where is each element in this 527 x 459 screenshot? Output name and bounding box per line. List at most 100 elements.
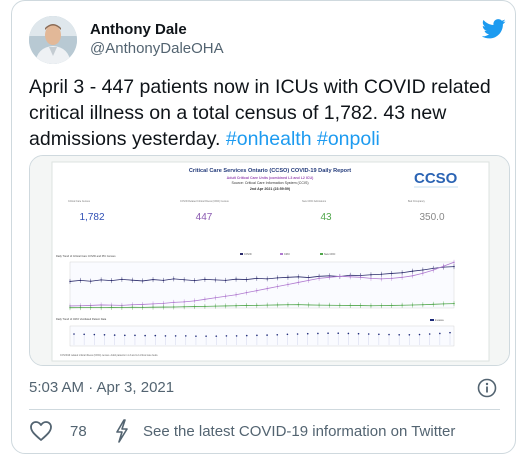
data-point <box>391 277 393 280</box>
avatar-image <box>29 16 77 64</box>
like-count[interactable]: 78 <box>70 423 87 440</box>
heart-icon[interactable] <box>29 420 53 442</box>
data-point <box>411 275 414 277</box>
data-point <box>432 269 434 271</box>
ccso-logo: CCSO <box>414 170 458 187</box>
data-point <box>214 279 216 281</box>
data-point <box>100 279 102 281</box>
data-point <box>391 272 393 275</box>
data-point <box>328 304 331 306</box>
data-point <box>204 298 206 301</box>
legend-label: CRCI <box>284 253 290 256</box>
data-point <box>162 279 165 282</box>
data-point <box>276 277 279 279</box>
tweet-text-line-2: critical illness on a total census of 1,… <box>29 102 447 124</box>
tweet-text-line-3-prefix: admissions yesterday. <box>29 128 226 150</box>
data-point <box>103 334 106 336</box>
data-point <box>442 303 445 305</box>
data-point <box>449 331 451 334</box>
data-point <box>193 305 196 308</box>
data-point <box>110 279 113 282</box>
data-point <box>370 274 372 276</box>
data-point <box>308 304 310 306</box>
data-point <box>245 291 248 294</box>
data-point <box>79 306 82 309</box>
data-point <box>276 334 279 336</box>
twitter-bird-icon[interactable] <box>482 19 506 39</box>
data-point <box>349 276 351 278</box>
data-point <box>193 300 196 302</box>
data-point <box>297 303 300 306</box>
data-point <box>110 306 113 309</box>
data-point <box>235 294 237 296</box>
data-point <box>235 278 237 280</box>
tweet-text: April 3 - 447 patients now in ICUs with … <box>29 74 509 152</box>
data-point <box>134 334 136 337</box>
data-point <box>266 304 268 306</box>
data-point <box>121 278 123 281</box>
author-handle[interactable]: @AnthonyDaleOHA <box>90 40 224 57</box>
data-point <box>370 277 372 280</box>
data-point <box>337 332 340 334</box>
data-point <box>411 270 414 272</box>
data-point <box>90 306 92 309</box>
data-point <box>245 304 248 307</box>
data-point <box>204 305 206 308</box>
data-point <box>245 334 248 337</box>
data-point <box>339 275 341 278</box>
data-point <box>418 333 421 336</box>
data-point <box>79 279 82 282</box>
author-name[interactable]: Anthony Dale <box>90 21 187 38</box>
data-point <box>408 334 411 336</box>
data-point <box>173 306 175 308</box>
data-point <box>276 304 279 306</box>
data-point <box>193 279 196 282</box>
legend-label: COVID <box>244 253 252 256</box>
data-point <box>93 333 96 336</box>
data-point <box>411 304 414 306</box>
lightning-bolt-icon <box>116 419 128 443</box>
data-point <box>256 304 258 307</box>
data-point <box>328 276 331 279</box>
hashtag-onhealth[interactable]: #onhealth <box>226 128 312 150</box>
avatar[interactable] <box>29 16 77 64</box>
data-point <box>195 335 197 337</box>
data-point <box>224 305 227 307</box>
data-point <box>141 306 144 309</box>
data-point <box>398 334 400 336</box>
data-point <box>83 333 85 336</box>
tweet-timestamp[interactable]: 5:03 AM · Apr 3, 2021 <box>29 379 174 396</box>
hashtag-onpoli[interactable]: #onpoli <box>317 128 380 150</box>
data-point <box>297 276 300 278</box>
data-point <box>318 277 320 280</box>
data-point <box>297 281 300 284</box>
data-point <box>327 332 329 334</box>
data-point <box>422 304 424 306</box>
legend-swatch <box>280 253 283 255</box>
data-point <box>339 304 341 307</box>
ccso-report: Critical Care Services Ontario (CCSO) CO… <box>30 156 509 365</box>
tweet-card[interactable]: Anthony Dale @AnthonyDaleOHA April 3 - 4… <box>11 0 516 454</box>
report-title: Critical Care Services Ontario (CCSO) CO… <box>189 168 351 174</box>
covid-info-link[interactable]: See the latest COVID-19 information on T… <box>143 423 455 440</box>
info-icon[interactable] <box>477 378 497 398</box>
tweet-media-image[interactable]: Critical Care Services Ontario (CCSO) CO… <box>29 155 510 366</box>
data-point <box>73 333 75 335</box>
stat-label: Critical Care Census <box>68 200 91 203</box>
data-point <box>121 306 123 309</box>
tweet-text-line-3: admissions yesterday. #onhealth #onpoli <box>29 126 509 152</box>
data-point <box>359 304 362 307</box>
data-point <box>183 306 185 308</box>
legend-label: Invasive <box>435 319 444 322</box>
data-point <box>235 305 237 307</box>
data-point <box>388 333 390 336</box>
data-point <box>357 332 360 335</box>
data-point <box>204 278 206 281</box>
data-point <box>256 277 258 280</box>
chart2-frame <box>69 325 455 347</box>
data-point <box>401 272 403 274</box>
data-point <box>184 335 187 337</box>
data-point <box>380 278 383 280</box>
data-point <box>141 280 144 282</box>
data-point <box>349 304 351 307</box>
